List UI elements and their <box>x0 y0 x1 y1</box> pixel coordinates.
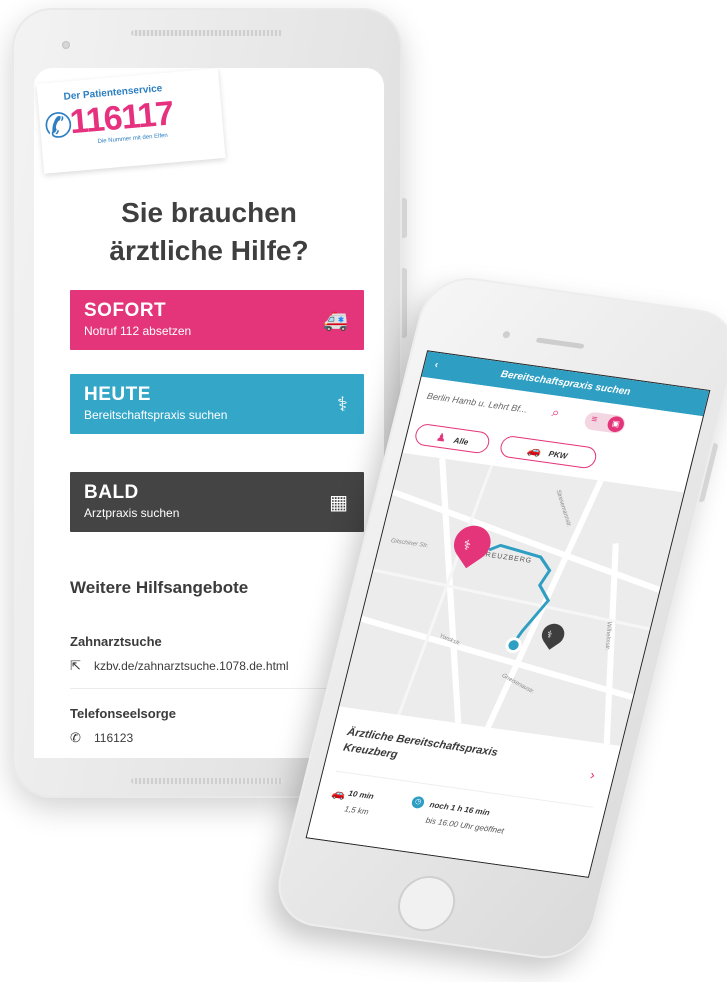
page-title: Sie brauchen ärztliche Hilfe? <box>109 197 309 266</box>
bald-title: BALD <box>84 482 139 503</box>
map-icon: ▣ <box>605 415 626 434</box>
ambulance-icon: 🚑 <box>323 310 348 332</box>
side-button <box>698 443 719 503</box>
practice-name: Ärztliche Bereitschaftspraxis Kreuzberg <box>342 726 500 761</box>
back-chevron-icon[interactable]: ‹ <box>432 353 442 379</box>
telephone-counseling-number[interactable]: ✆ 116123 <box>70 730 133 746</box>
android-screen: ✆ Der Patientenservice 116117 Die Nummer… <box>34 68 384 758</box>
chevron-right-icon[interactable]: › <box>588 766 597 782</box>
bald-subtitle: Arztpraxis suchen <box>84 506 180 520</box>
earpiece-speaker <box>535 337 585 350</box>
earpiece-speaker <box>131 30 283 36</box>
calendar-icon: ▦ <box>329 492 348 514</box>
dentist-search-title: Zahnarztsuche <box>70 634 162 649</box>
filter-pkw[interactable]: 🚗 PKW <box>498 434 599 470</box>
list-map-toggle[interactable]: ≡ ▣ <box>582 411 627 435</box>
drive-time: 10 min <box>347 788 375 802</box>
list-icon: ≡ <box>590 413 599 426</box>
power-button <box>402 268 407 338</box>
clock-icon: ◷ <box>410 795 426 810</box>
stethoscope-icon: ⚕ <box>461 536 473 554</box>
divider <box>335 770 594 808</box>
heute-title: HEUTE <box>84 384 151 405</box>
distance: 1,5 km <box>343 804 370 817</box>
divider <box>70 688 364 689</box>
heute-subtitle: Bereitschaftspraxis suchen <box>84 408 228 422</box>
car-icon: 🚗 <box>330 787 348 802</box>
doctor-icon: ⚕ <box>337 394 348 416</box>
front-camera <box>502 330 511 339</box>
sofort-button[interactable]: SOFORT Notruf 112 absetzen 🚑 <box>70 290 364 350</box>
external-link-icon: ⇱ <box>70 658 81 673</box>
heute-button[interactable]: HEUTE Bereitschaftspraxis suchen ⚕ <box>70 374 364 434</box>
telephone-counseling-title: Telefonseelsorge <box>70 706 176 721</box>
filter-alle[interactable]: ♟ Alle <box>412 422 492 455</box>
search-input[interactable]: Berlin Hamb u. Lehrt Bf... <box>426 391 528 415</box>
search-icon[interactable]: ⌕ <box>550 404 561 421</box>
volume-button <box>402 198 407 238</box>
person-icon: ♟ <box>434 431 448 445</box>
open-until: bis 16.00 Uhr geöffnet <box>424 815 505 836</box>
sofort-title: SOFORT <box>84 300 167 321</box>
car-icon: 🚗 <box>525 444 543 458</box>
bottom-speaker <box>131 778 283 784</box>
open-remaining: noch 1 h 16 min <box>428 800 491 818</box>
sofort-subtitle: Notruf 112 absetzen <box>84 324 192 338</box>
home-button <box>392 872 462 935</box>
front-camera <box>62 41 70 49</box>
map-view[interactable]: Stresemannstr. Gitschiner Str. Yorckstr.… <box>339 452 684 747</box>
more-help-title: Weitere Hilfsangebote <box>70 578 249 597</box>
patientenservice-logo: ✆ Der Patientenservice 116117 Die Nummer… <box>36 68 226 174</box>
map-streets <box>360 457 661 745</box>
stethoscope-icon: ⚕ <box>545 629 554 642</box>
dentist-search-link[interactable]: ⇱ kzbv.de/zahnarztsuche.1078.de.html <box>70 658 289 674</box>
phone-icon: ✆ <box>70 730 81 745</box>
bald-button[interactable]: BALD Arztpraxis suchen ▦ <box>70 472 364 532</box>
